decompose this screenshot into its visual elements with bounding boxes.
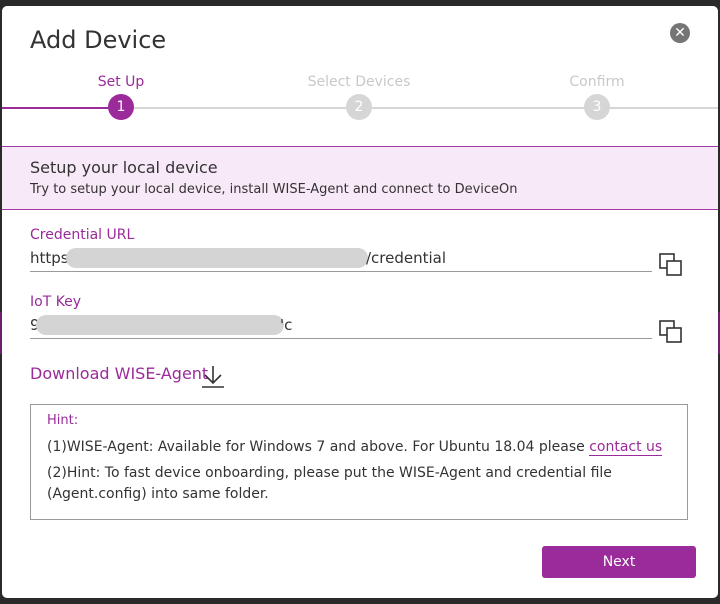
credential-url-suffix: /credential [366, 249, 447, 267]
step-number-circle: 3 [584, 94, 610, 120]
step-label: Set Up [97, 74, 145, 90]
credential-url-label: Credential URL [30, 227, 135, 243]
hint-title: Hint: [47, 413, 79, 428]
hint-line-2: (2)Hint: To fast device onboarding, plea… [47, 465, 612, 502]
step-label: Select Devices [307, 74, 411, 90]
download-icon[interactable] [200, 363, 226, 389]
contact-us-link[interactable]: contact us [589, 439, 663, 456]
hint-line-1-text: (1)WISE-Agent: Available for Windows 7 a… [47, 439, 590, 455]
iot-key-field[interactable]: 9 'c [30, 314, 652, 339]
iot-key-label: IoT Key [30, 294, 82, 310]
hint-line-1: (1)WISE-Agent: Available for Windows 7 a… [47, 437, 663, 458]
close-icon[interactable]: ✕ [670, 23, 690, 43]
stepper: Set Up 1 Select Devices 2 Confirm 3 [2, 72, 718, 128]
iot-key-suffix: 'c [280, 316, 293, 334]
add-device-dialog: Add Device ✕ Set Up 1 Select Devices 2 C… [2, 6, 718, 598]
next-button[interactable]: Next [542, 546, 696, 578]
credential-url-mask [66, 248, 368, 268]
copy-icon[interactable] [658, 252, 684, 278]
setup-banner: Setup your local device Try to setup you… [2, 146, 718, 210]
step-select-devices: Select Devices 2 [279, 72, 439, 120]
step-confirm: Confirm 3 [517, 72, 677, 120]
credential-url-field[interactable]: https /credential [30, 247, 652, 272]
banner-subtitle: Try to setup your local device, install … [30, 182, 518, 197]
step-set-up: Set Up 1 [41, 72, 201, 120]
dialog-title: Add Device [30, 26, 167, 54]
step-number-circle: 2 [346, 94, 372, 120]
copy-icon[interactable] [658, 319, 684, 345]
step-label: Confirm [569, 74, 625, 90]
credential-url-prefix: https [30, 249, 69, 267]
step-number-circle: 1 [108, 94, 134, 120]
hint-box: Hint: (1)WISE-Agent: Available for Windo… [30, 404, 688, 520]
download-wise-agent-link[interactable]: Download WISE-Agent [30, 364, 208, 383]
banner-title: Setup your local device [30, 158, 218, 177]
iot-key-mask [36, 315, 284, 335]
